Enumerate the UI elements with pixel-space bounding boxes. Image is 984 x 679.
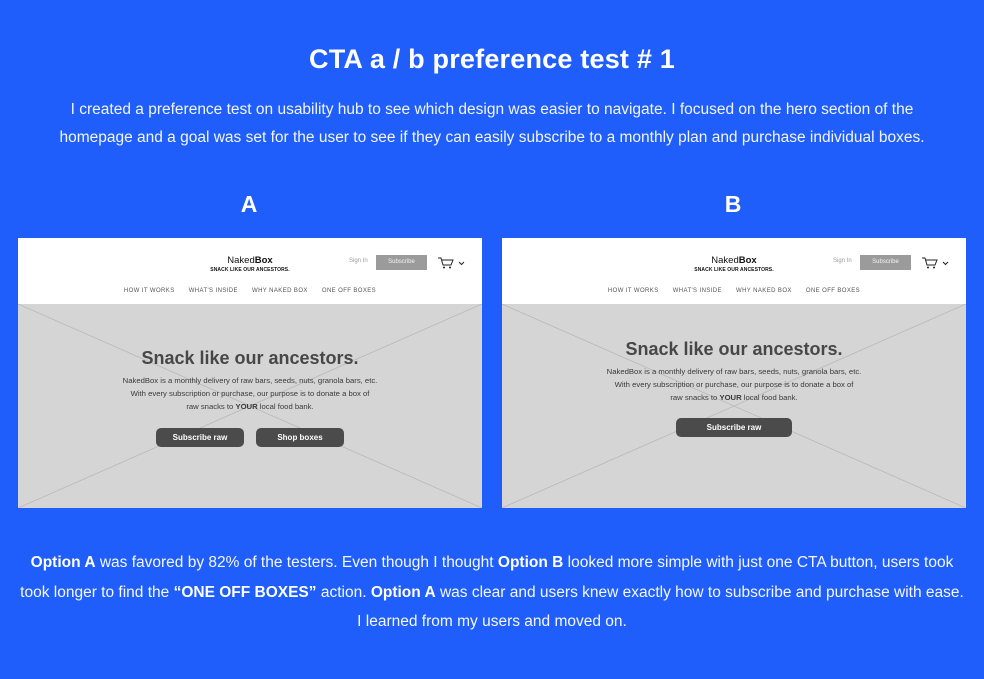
nav-item-how-it-works[interactable]: HOW IT WORKS (608, 288, 659, 294)
mockup-header: NakedBox SNACK LIKE OUR ANCESTORS. Sign … (502, 238, 966, 304)
mockup-a: NakedBox SNACK LIKE OUR ANCESTORS. Sign … (18, 238, 482, 508)
chevron-down-icon (942, 261, 949, 266)
mockup-b: NakedBox SNACK LIKE OUR ANCESTORS. Sign … (502, 238, 966, 508)
nav-item-how-it-works[interactable]: HOW IT WORKS (124, 288, 175, 294)
page-title: CTA a / b preference test # 1 (309, 44, 675, 74)
main-nav: HOW IT WORKS WHAT'S INSIDE WHY NAKED BOX… (502, 288, 966, 294)
cart-icon[interactable] (437, 256, 467, 270)
image-placeholder (502, 304, 966, 508)
chevron-down-icon (458, 261, 465, 266)
subscribe-raw-button[interactable]: Subscribe raw (156, 428, 244, 447)
shop-boxes-button[interactable]: Shop boxes (256, 428, 344, 447)
header-subscribe-button[interactable]: Subscribe (860, 255, 911, 270)
header-subscribe-button[interactable]: Subscribe (376, 255, 427, 270)
hero-description: NakedBox is a monthly delivery of raw ba… (122, 376, 378, 411)
variant-a-label: A (240, 191, 258, 217)
nav-item-one-off-boxes[interactable]: ONE OFF BOXES (322, 288, 376, 294)
nav-item-whats-inside[interactable]: WHAT'S INSIDE (189, 288, 238, 294)
nav-item-whats-inside[interactable]: WHAT'S INSIDE (673, 288, 722, 294)
hero-description: NakedBox is a monthly delivery of raw ba… (606, 367, 862, 402)
hero-section: Snack like our ancestors. NakedBox is a … (18, 304, 482, 508)
nav-item-why-naked-box[interactable]: WHY NAKED BOX (736, 288, 792, 294)
main-nav: HOW IT WORKS WHAT'S INSIDE WHY NAKED BOX… (18, 288, 482, 294)
nav-item-one-off-boxes[interactable]: ONE OFF BOXES (806, 288, 860, 294)
cart-icon[interactable] (921, 256, 951, 270)
nav-item-why-naked-box[interactable]: WHY NAKED BOX (252, 288, 308, 294)
hero-title: Snack like our ancestors. (625, 339, 843, 359)
mockup-header: NakedBox SNACK LIKE OUR ANCESTORS. Sign … (18, 238, 482, 304)
hero-section: Snack like our ancestors. NakedBox is a … (502, 304, 966, 508)
subscribe-raw-button[interactable]: Subscribe raw (676, 418, 792, 437)
hero-title: Snack like our ancestors. (141, 348, 359, 368)
intro-paragraph: I created a preference test on usability… (59, 101, 925, 146)
sign-in-link[interactable]: Sign In (833, 258, 852, 264)
variant-b-label: B (724, 191, 742, 217)
result-summary: Option A was favored by 82% of the teste… (20, 554, 964, 630)
sign-in-link[interactable]: Sign In (349, 258, 368, 264)
